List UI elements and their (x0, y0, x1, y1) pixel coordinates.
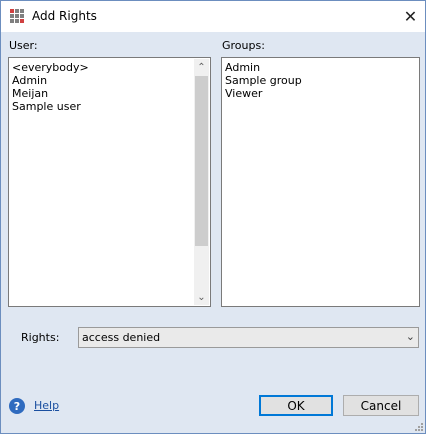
app-icon-cell (15, 14, 19, 18)
user-list-item[interactable]: <everybody> (12, 61, 89, 74)
user-list-item[interactable]: Meijan (12, 87, 89, 100)
rights-label: Rights: (21, 331, 60, 344)
groups-label: Groups: (222, 39, 265, 52)
resize-grip-icon[interactable] (415, 423, 423, 431)
app-icon-cell (10, 19, 14, 23)
close-icon: ✕ (403, 7, 418, 26)
help-link[interactable]: Help (34, 399, 59, 412)
user-list-item[interactable]: Admin (12, 74, 89, 87)
user-label: User: (9, 39, 38, 52)
rights-selected-value: access denied (82, 331, 161, 344)
help-icon[interactable]: ? (9, 398, 25, 414)
app-icon-cell (15, 19, 19, 23)
cancel-button[interactable]: Cancel (343, 395, 419, 416)
app-icon-cell (20, 14, 24, 18)
groups-listbox[interactable]: Admin Sample group Viewer (221, 57, 420, 307)
scroll-up-arrow-icon[interactable]: ⌃ (194, 59, 209, 75)
rights-dropdown[interactable]: access denied ⌄ (78, 327, 419, 348)
groups-list: Admin Sample group Viewer (225, 61, 302, 100)
title-bar[interactable]: Add Rights ✕ (1, 1, 425, 32)
user-list: <everybody> Admin Meijan Sample user (12, 61, 89, 113)
window-title: Add Rights (32, 9, 97, 23)
add-rights-dialog: Add Rights ✕ User: Groups: <everybody> A… (0, 0, 426, 434)
user-list-item[interactable]: Sample user (12, 100, 89, 113)
user-list-scrollbar[interactable]: ⌃ ⌄ (194, 59, 209, 305)
app-icon-cell (10, 9, 14, 13)
group-list-item[interactable]: Sample group (225, 74, 302, 87)
group-list-item[interactable]: Viewer (225, 87, 302, 100)
app-icon-cell (15, 9, 19, 13)
app-icon-cell (20, 19, 24, 23)
group-list-item[interactable]: Admin (225, 61, 302, 74)
ok-button[interactable]: OK (259, 395, 333, 416)
app-icon-cell (10, 14, 14, 18)
scroll-down-arrow-icon[interactable]: ⌄ (194, 289, 209, 305)
close-button[interactable]: ✕ (395, 1, 426, 32)
chevron-down-icon: ⌄ (405, 330, 415, 343)
grid-app-icon (10, 9, 25, 24)
app-icon-cell (20, 9, 24, 13)
user-listbox[interactable]: <everybody> Admin Meijan Sample user ⌃ ⌄ (8, 57, 211, 307)
scrollbar-thumb[interactable] (195, 76, 208, 246)
